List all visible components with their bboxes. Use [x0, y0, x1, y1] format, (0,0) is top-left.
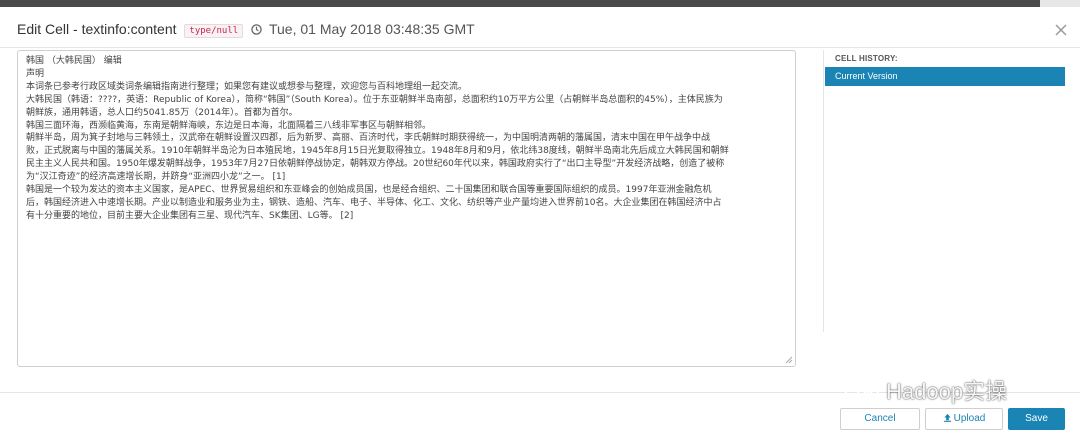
wechat-logo-icon	[844, 378, 879, 403]
text-line: 为“汉江奇迹”的经济高速增长期，并跻身“亚洲四小龙”之一。 [1]	[26, 172, 286, 183]
cell-content-textarea[interactable]: 韩国 （大韩民国） 编辑 声明本词条已参考行政区域类词条编辑指南进行整理；如果您有…	[17, 50, 796, 367]
clock-icon	[251, 24, 262, 35]
upload-label: Upload	[953, 413, 986, 424]
text-line: 朝鲜族，通用韩语，总人口约5041.85万（2014年）。首都为首尔。	[26, 107, 298, 118]
text-line: 韩国三面环海，西濒临黄海，东南是朝鲜海峡，东边是日本海，北面隔着三八线非军事区与…	[26, 120, 432, 131]
timestamp: Tue, 01 May 2018 03:48:35 GMT	[268, 21, 475, 37]
watermark-text: Hadoop实操	[886, 379, 1008, 404]
text-line: 韩国是一个较为发达的资本主义国家，是APEC、世界贸易组织和东亚峰会的创始成员国…	[26, 185, 712, 196]
title-text: Edit Cell - textinfo:content	[17, 21, 177, 37]
text-line: 朝鲜半岛，周为箕子封地与三韩领土，汉武帝在朝鲜设置汉四郡，后为新罗、高丽、百济时…	[26, 133, 711, 144]
text-line: 声明	[26, 68, 45, 79]
resize-grip-icon[interactable]	[785, 356, 793, 364]
dialog-header: Edit Cell - textinfo:content type/null T…	[0, 7, 1080, 48]
text-line: 败，正式脱离与中国的藩属关系。1910年朝鲜半岛沦为日本殖民地，1945年8月1…	[26, 146, 729, 157]
cell-history-label: CELL HISTORY:	[835, 54, 898, 63]
upload-button[interactable]: Upload	[925, 408, 1003, 430]
top-bar-dark	[0, 0, 1040, 7]
type-badge: type/null	[184, 24, 244, 38]
text-line: 民主主义人民共和国。1950年爆发朝鲜战争，1953年7月27日依朝鲜停战协定，…	[26, 159, 725, 170]
text-line: 有十分重要的地位，目前主要大企业集团有三星、现代汽车、SK集团、LG等。 [2]	[26, 210, 354, 221]
history-item-current-version[interactable]: Current Version	[825, 67, 1065, 86]
text-line: 本词条已参考行政区域类词条编辑指南进行整理；如果您有建议或想参与整理，欢迎您与百…	[26, 81, 468, 92]
cancel-button[interactable]: Cancel	[840, 408, 920, 430]
cell-content-text[interactable]: 韩国 （大韩民国） 编辑 声明本词条已参考行政区域类词条编辑指南进行整理；如果您有…	[26, 55, 787, 362]
upload-icon	[943, 413, 951, 422]
save-button[interactable]: Save	[1008, 408, 1065, 430]
text-line: 大韩民国（韩语：????，英语：Republic of Korea），简称“韩国…	[26, 94, 723, 105]
top-bar	[0, 0, 1080, 7]
close-icon[interactable]	[1054, 23, 1068, 37]
cell-history-panel: CELL HISTORY: Current Version	[823, 50, 1066, 332]
dialog-title: Edit Cell - textinfo:content type/null T…	[17, 21, 475, 38]
watermark: Hadoop实操	[842, 372, 1067, 412]
text-line: 后，韩国经济进入中速增长期。产业以制造业和服务业为主，钢铁、造船、汽车、电子、半…	[26, 197, 722, 208]
text-line: 韩国 （大韩民国） 编辑	[26, 56, 122, 66]
